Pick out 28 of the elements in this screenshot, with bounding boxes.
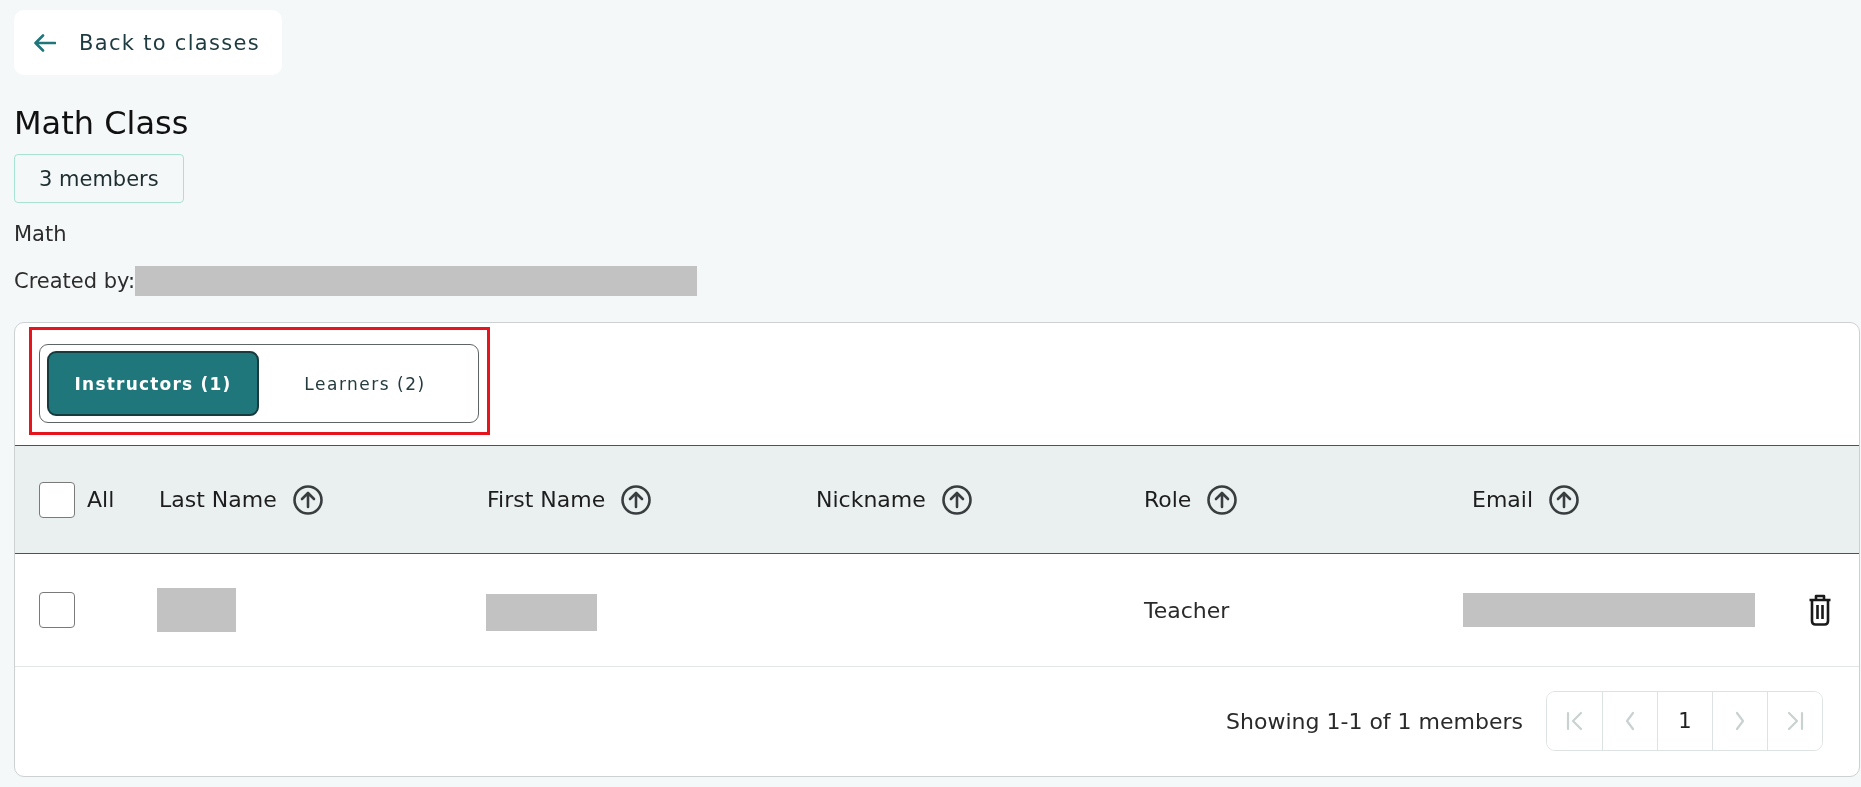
chevron-right-icon [1735, 711, 1745, 731]
page-title: Math Class [14, 103, 189, 143]
select-all-checkbox[interactable] [39, 481, 75, 518]
chevron-right-bar-icon [1786, 711, 1804, 731]
arrow-up-circle-icon[interactable] [941, 484, 972, 515]
column-header: Nickname [816, 487, 926, 512]
column-header: First Name [487, 487, 606, 512]
tab[interactable]: Learners (2) [259, 351, 471, 416]
chevron-left-icon [1625, 711, 1635, 731]
column-header: Last Name [159, 487, 277, 512]
table-cell: Teacher [1144, 597, 1230, 623]
tab[interactable]: Instructors (1) [47, 351, 259, 416]
arrow-up-circle-icon[interactable] [1549, 484, 1580, 515]
arrow-up-circle-icon[interactable] [1207, 484, 1238, 515]
arrow-left-icon [34, 33, 56, 52]
row-checkbox[interactable] [39, 592, 75, 628]
column-header: Email [1472, 487, 1534, 512]
arrow-up-circle-icon[interactable] [621, 484, 652, 515]
subject-text: Math [14, 221, 67, 248]
column-header: Role [1144, 487, 1192, 512]
select-all-label: All [87, 487, 115, 512]
pagination-summary: Showing 1-1 of 1 members [1226, 708, 1523, 734]
bar-chevron-left-icon [1565, 711, 1584, 731]
back-button[interactable]: Back to classes [14, 10, 282, 75]
trash-icon[interactable] [1808, 594, 1832, 626]
created-by-label: Created by: [14, 268, 136, 295]
arrow-up-circle-icon[interactable] [292, 484, 323, 515]
member-count-badge: 3 members [14, 154, 184, 203]
